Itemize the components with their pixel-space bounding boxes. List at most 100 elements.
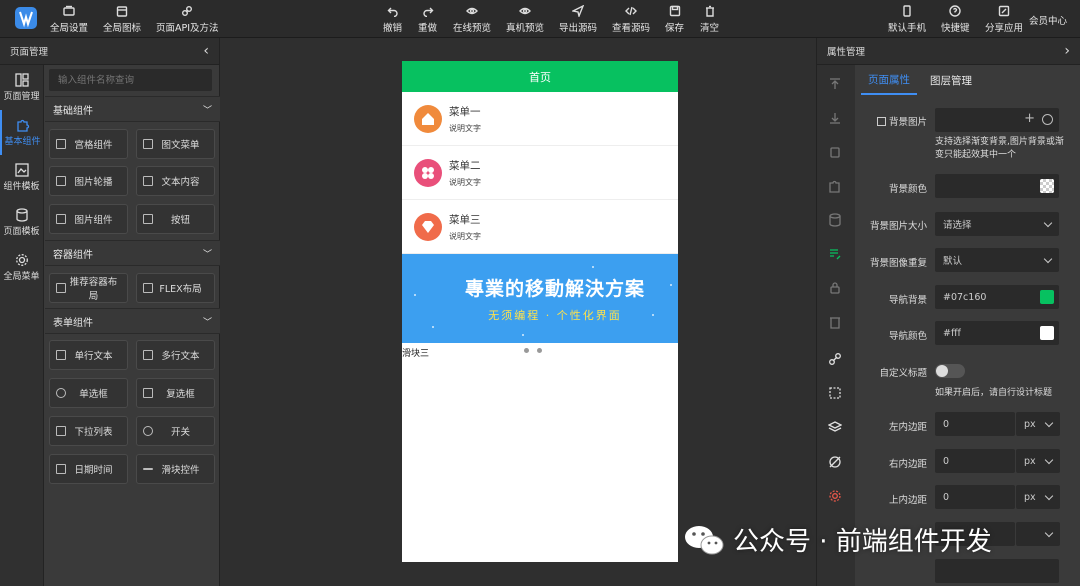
component-flex[interactable]: FLEX布局 (136, 273, 215, 303)
calendar-icon (56, 464, 66, 474)
sparkle (592, 266, 594, 268)
banner-carousel[interactable]: 專業的移動解決方案 无须编程 · 个性化界面 (402, 254, 678, 343)
component-search-input[interactable] (49, 69, 212, 91)
component-label: 图片组件 (74, 215, 113, 226)
phone-navbar[interactable]: 首页 (402, 61, 678, 92)
carousel-dot[interactable] (524, 348, 529, 353)
online-preview-button[interactable]: 在线预览 (453, 4, 491, 34)
nav-component-templates[interactable]: 组件模板 (0, 155, 43, 200)
menu-item-3[interactable]: 菜单三 说明文字 (402, 200, 678, 254)
section-basic[interactable]: 基础组件 ﹀ (45, 96, 220, 122)
nav-page-templates[interactable]: 页面模板 (0, 200, 43, 245)
nav-global-menu[interactable]: 全局菜单 (0, 245, 43, 290)
nav-label: 页面模板 (3, 227, 40, 237)
bg-repeat-select[interactable]: 默认 (935, 248, 1059, 272)
nav-basic-components[interactable]: 基本组件 (0, 110, 43, 155)
eye-icon (519, 7, 531, 15)
component-radio[interactable]: 单选框 (49, 378, 128, 408)
menu-item-1[interactable]: 菜单一 说明文字 (402, 92, 678, 146)
bg-image-field[interactable]: + (935, 108, 1059, 132)
member-center-button[interactable]: 会员中心 (1029, 13, 1067, 27)
bg-note: 支持选择渐变背景,图片背景或渐变只能起效其中一个 (935, 137, 1064, 160)
shortcuts-button[interactable]: 快捷键 (941, 4, 970, 34)
page-api-button[interactable]: 页面API及方法 (156, 4, 219, 34)
toolbar-label: 全局设置 (50, 23, 89, 34)
component-slider[interactable]: 滑块控件 (136, 454, 215, 484)
nav-label: 页面管理 (3, 92, 40, 102)
pad-right-unit[interactable]: px (1016, 449, 1060, 473)
component-checkbox[interactable]: 复选框 (136, 378, 215, 408)
plus-icon[interactable]: + (1024, 111, 1035, 126)
pad-bottom-unit[interactable] (1016, 522, 1060, 546)
component-switch[interactable]: 开关 (136, 416, 215, 446)
device-preview-button[interactable]: 真机预览 (506, 4, 544, 34)
view-source-button[interactable]: 查看源码 (612, 4, 650, 34)
component-select[interactable]: 下拉列表 (49, 416, 128, 446)
save-icon (669, 5, 680, 17)
clear-button[interactable]: 清空 (700, 4, 719, 34)
chevron-down-icon (1043, 254, 1053, 264)
component-image[interactable]: 图片组件 (49, 204, 128, 234)
component-datetime[interactable]: 日期时间 (49, 454, 128, 484)
collapse-left-icon[interactable]: ‹ (203, 43, 209, 59)
nav-page-manage[interactable]: 页面管理 (0, 65, 43, 110)
pad-right-input[interactable]: 0 (935, 449, 1015, 473)
banner-subtitle: 无须编程 · 个性化界面 (488, 309, 622, 322)
eye-icon (466, 7, 478, 15)
left-panel-title: 页面管理 (10, 47, 49, 58)
component-label: 推荐容器布局 (69, 277, 118, 302)
section-form[interactable]: 表单组件 ﹀ (45, 308, 220, 334)
bg-size-select[interactable]: 请选择 (935, 212, 1059, 236)
database-icon (15, 208, 28, 222)
pad-top-unit[interactable]: px (1016, 485, 1060, 509)
phone-icon (903, 5, 911, 17)
section-title: 基础组件 (53, 105, 93, 117)
component-label: 单行文本 (74, 351, 113, 362)
next-property-field[interactable] (935, 559, 1059, 583)
nav-color-field[interactable]: #fff (935, 321, 1059, 345)
global-settings-button[interactable]: 全局设置 (50, 4, 88, 34)
redo-button[interactable]: 重做 (418, 4, 437, 34)
field-value: #07c160 (943, 291, 987, 303)
nav-bg-swatch[interactable] (1040, 290, 1054, 304)
default-phone-button[interactable]: 默认手机 (888, 4, 926, 34)
nav-color-swatch[interactable] (1040, 326, 1054, 340)
share-app-button[interactable]: 分享应用 (985, 4, 1023, 34)
checkbox-icon (143, 388, 153, 398)
global-icons-button[interactable]: 全局图标 (103, 4, 141, 34)
component-image-menu[interactable]: 图文菜单 (136, 129, 215, 159)
section-title: 容器组件 (53, 249, 93, 261)
wechat-icon (685, 525, 724, 554)
component-carousel[interactable]: 图片轮播 (49, 166, 128, 196)
bg-color-field[interactable] (935, 174, 1059, 198)
pad-left-unit[interactable]: px (1016, 412, 1060, 436)
field-value: #fff (943, 327, 961, 339)
nav-bg-field[interactable]: #07c160 (935, 285, 1059, 309)
custom-title-toggle[interactable] (935, 364, 965, 378)
transparent-swatch[interactable] (1040, 179, 1054, 193)
pad-top-input[interactable]: 0 (935, 485, 1015, 509)
component-textarea[interactable]: 多行文本 (136, 340, 215, 370)
field-value: px (1024, 418, 1036, 430)
component-button[interactable]: 按钮 (136, 204, 215, 234)
sparkle (414, 294, 416, 296)
menu-subtitle: 说明文字 (449, 123, 481, 133)
menu-item-2[interactable]: 菜单二 说明文字 (402, 146, 678, 200)
chevron-down-icon (1044, 491, 1054, 501)
undo-button[interactable]: 撤销 (383, 4, 402, 34)
section-container[interactable]: 容器组件 ﹀ (45, 240, 220, 266)
component-input[interactable]: 单行文本 (49, 340, 128, 370)
select-icon (56, 426, 66, 436)
link-icon (182, 6, 193, 16)
palette-icon[interactable] (1042, 114, 1053, 125)
component-recommended-container[interactable]: 推荐容器布局 (49, 273, 128, 303)
component-text[interactable]: 文本内容 (136, 166, 215, 196)
bg-repeat-label: 背景图像重复 (869, 258, 927, 269)
export-source-button[interactable]: 导出源码 (559, 4, 597, 34)
component-grid[interactable]: 宫格组件 (49, 129, 128, 159)
flower-icon (414, 158, 442, 187)
carousel-dot[interactable] (537, 348, 542, 353)
textarea-icon (143, 350, 153, 360)
pad-left-input[interactable]: 0 (935, 412, 1015, 436)
save-button[interactable]: 保存 (665, 4, 684, 34)
